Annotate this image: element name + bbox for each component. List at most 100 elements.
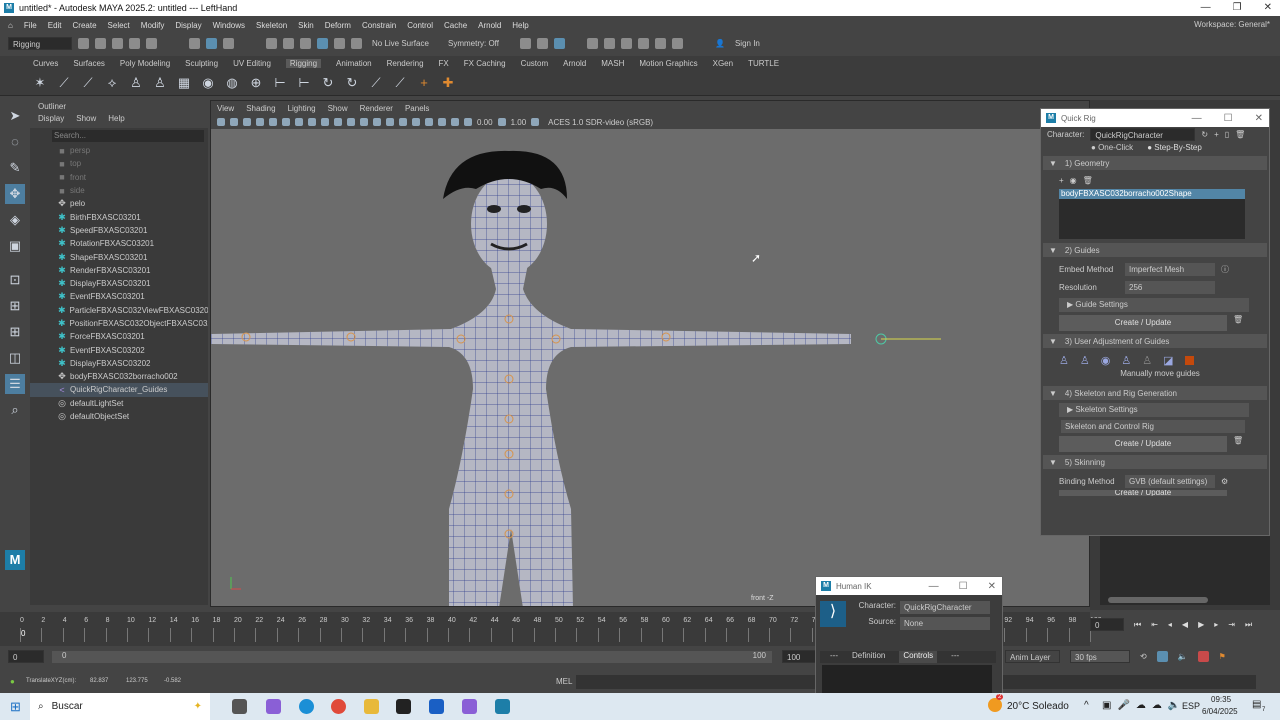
rename-icon[interactable]: ▯ xyxy=(1225,130,1229,139)
script-language-toggle[interactable]: MEL xyxy=(556,677,572,686)
resolution-dropdown[interactable]: 256 xyxy=(1125,280,1215,294)
live-surface-field[interactable]: No Live Surface xyxy=(368,36,438,50)
file-explorer-icon[interactable] xyxy=(364,699,379,714)
joint-tool-icon[interactable]: ✶ xyxy=(32,75,48,91)
outliner-item[interactable]: ✥ bodyFBXASC032borracho002 xyxy=(30,370,208,383)
shelf-tab-rendering[interactable]: Rendering xyxy=(387,59,424,68)
shelf-tab-motion-graphics[interactable]: Motion Graphics xyxy=(639,59,697,68)
arnold-render-icon[interactable] xyxy=(655,37,666,49)
viewport-menu-show[interactable]: Show xyxy=(328,104,348,113)
snap-pivot-icon[interactable] xyxy=(351,37,362,49)
aim-constraint-icon[interactable]: ↻ xyxy=(344,75,360,91)
ik-handle-icon[interactable]: ⟋ xyxy=(56,75,72,91)
current-time-indicator[interactable]: 0 xyxy=(21,629,25,638)
ipr-render-icon[interactable] xyxy=(604,37,615,49)
outliner-menu-help[interactable]: Help xyxy=(108,114,124,128)
menu-skin[interactable]: Skin xyxy=(298,21,314,30)
step-by-step-radio[interactable]: ● Step-By-Step xyxy=(1147,143,1202,152)
hide-guides-icon[interactable]: ♙ xyxy=(1142,354,1152,367)
current-frame-field[interactable]: 0 xyxy=(1090,618,1124,631)
pole-vector-icon[interactable]: ⟋ xyxy=(368,75,384,91)
xray-joints-icon[interactable] xyxy=(386,118,394,126)
bookmark-icon[interactable] xyxy=(243,118,251,126)
sound-icon[interactable]: 🔈 xyxy=(1178,652,1188,661)
gamma-field[interactable]: 1.00 xyxy=(511,118,527,127)
delete-skeleton-icon[interactable]: 🗑 xyxy=(1233,436,1243,452)
humanik-icon[interactable]: ♙ xyxy=(128,75,144,91)
snap-curve-icon[interactable] xyxy=(283,37,294,49)
maya-home-icon[interactable]: M xyxy=(5,550,25,570)
menu-file[interactable]: File xyxy=(24,21,37,30)
character-dropdown[interactable]: QuickRigCharacter xyxy=(1090,127,1196,141)
shelf-tab-fx-caching[interactable]: FX Caching xyxy=(464,59,506,68)
menu-edit[interactable]: Edit xyxy=(48,21,62,30)
hik-source-dropdown[interactable]: None xyxy=(900,617,990,630)
input-language[interactable]: ESP xyxy=(1182,701,1200,711)
go-to-end-icon[interactable]: ⏭ xyxy=(1245,620,1252,630)
select-tool-icon[interactable]: ➤ xyxy=(5,106,25,126)
smooth-shade-icon[interactable] xyxy=(308,118,316,126)
shelf-tab-arnold[interactable]: Arnold xyxy=(563,59,586,68)
motion-blur-icon[interactable] xyxy=(425,118,433,126)
viewport-menu-view[interactable]: View xyxy=(217,104,234,113)
go-to-start-icon[interactable]: ⏮ xyxy=(1134,620,1141,630)
outliner-item[interactable]: ✱ EventFBXASC03202 xyxy=(30,343,208,356)
section-skinning-header[interactable]: ▼ 5) Skinning xyxy=(1043,455,1267,469)
outliner-item[interactable]: ✱ ParticleFBXASC032ViewFBXASC03201 xyxy=(30,304,208,317)
menu-control[interactable]: Control xyxy=(407,21,433,30)
add-character-icon[interactable]: + xyxy=(1214,130,1219,139)
clear-geometry-icon[interactable]: 🗑 xyxy=(1083,176,1093,185)
section-skeleton-header[interactable]: ▼ 4) Skeleton and Rig Generation xyxy=(1043,386,1267,400)
ao-icon[interactable] xyxy=(412,118,420,126)
section-geometry-header[interactable]: ▼ 1) Geometry xyxy=(1043,156,1267,170)
outliner-item[interactable]: ◎ defaultLightSet xyxy=(30,397,208,410)
camera-select-icon[interactable] xyxy=(217,118,225,126)
maya-taskbar-icon[interactable] xyxy=(495,699,510,714)
gamma-icon[interactable] xyxy=(497,118,506,126)
create-update-skeleton-button[interactable]: Create / Update xyxy=(1059,436,1227,452)
construction-history-icon[interactable] xyxy=(554,37,565,49)
binding-method-dropdown[interactable]: GVB (default settings) xyxy=(1125,474,1215,488)
refresh-icon[interactable]: ↻ xyxy=(1201,130,1208,139)
wireframe-icon[interactable] xyxy=(295,118,303,126)
shelf-tab-fx[interactable]: FX xyxy=(439,59,449,68)
lasso-tool-icon[interactable]: ◌ xyxy=(5,132,25,152)
task-view-icon[interactable] xyxy=(232,699,247,714)
maximize-button[interactable]: ❐ xyxy=(1233,0,1242,16)
exposure-field[interactable]: 0.00 xyxy=(477,118,493,127)
cache-playback-icon[interactable] xyxy=(1156,651,1168,662)
guide-color-swatch[interactable] xyxy=(1184,355,1194,365)
outliner-item[interactable]: ✱ RotationFBXASC03201 xyxy=(30,237,208,250)
cluster-icon[interactable]: ⊕ xyxy=(248,75,264,91)
outliner-menu-show[interactable]: Show xyxy=(76,114,96,128)
gear-icon[interactable]: ⚙ xyxy=(1221,477,1228,486)
hik-tab-more-left[interactable]: --- xyxy=(830,651,838,663)
minimize-button[interactable]: — xyxy=(929,581,939,592)
quick-rig-icon[interactable]: ♙ xyxy=(152,75,168,91)
weather-icon[interactable] xyxy=(988,698,1002,712)
close-button[interactable]: ✕ xyxy=(988,581,996,592)
delete-character-icon[interactable]: 🗑 xyxy=(1235,130,1245,139)
viewport-menu-shading[interactable]: Shading xyxy=(246,104,275,113)
tray-icons[interactable]: ▣🎤☁☁🔈 xyxy=(1102,700,1186,711)
user-icon[interactable]: 👤 xyxy=(715,39,725,48)
paint-select-icon[interactable]: ✎ xyxy=(5,158,25,178)
outliner-item[interactable]: ✥ pelo xyxy=(30,197,208,210)
point-constraint-icon[interactable]: ⊢ xyxy=(272,75,288,91)
pause-icon[interactable] xyxy=(672,37,683,49)
humanik-logo-icon[interactable]: ⟩ xyxy=(820,601,846,627)
edge-icon[interactable] xyxy=(299,699,314,714)
outliner-item[interactable]: ✱ ForceFBXASC03201 xyxy=(30,330,208,343)
menu-cache[interactable]: Cache xyxy=(444,21,467,30)
select-component-icon[interactable] xyxy=(223,37,234,49)
embed-method-dropdown[interactable]: Imperfect Mesh xyxy=(1125,262,1215,276)
lights-icon[interactable] xyxy=(347,118,355,126)
view-transform-dropdown[interactable]: ACES 1.0 SDR-video (sRGB) xyxy=(544,115,685,129)
taskbar-search-input[interactable]: ⌕ Buscar ✦ xyxy=(30,693,210,720)
render-icon[interactable] xyxy=(587,37,598,49)
snap-view-icon[interactable] xyxy=(317,37,328,49)
shadows-icon[interactable] xyxy=(360,118,368,126)
exposure-icon[interactable] xyxy=(464,118,472,126)
bind-skin-icon[interactable]: ▦ xyxy=(176,75,192,91)
close-button[interactable]: ✕ xyxy=(1255,113,1263,124)
